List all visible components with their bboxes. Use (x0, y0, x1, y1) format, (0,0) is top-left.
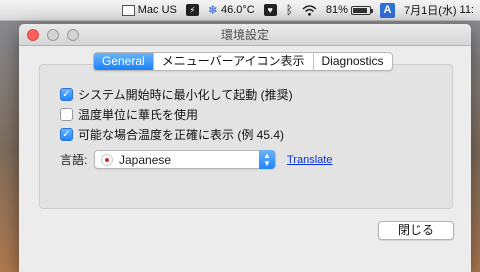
snowflake-icon: ❄ (207, 3, 218, 17)
bluetooth-menu-item[interactable]: ᛒ (286, 3, 293, 17)
language-select[interactable]: Japanese ▲ ▼ (94, 150, 276, 169)
battery-menu[interactable]: 81% (325, 4, 373, 16)
start-minimized-label: システム開始時に最小化して起動 (推奨) (78, 88, 293, 102)
temperature-menu[interactable]: ❄ 46.0°C (208, 3, 255, 17)
clock-menu[interactable]: 7月1日(水) 11: (404, 2, 474, 18)
tab-bar: General メニューバーアイコン表示 Diagnostics (93, 52, 393, 71)
title-bar[interactable]: 環境設定 (19, 24, 471, 46)
language-selected-value: Japanese (119, 152, 172, 167)
zoom-window-button[interactable] (67, 29, 79, 41)
heart-menu-item[interactable]: ♥ (263, 4, 277, 16)
input-source-label: Mac US (137, 4, 177, 16)
window-title: 環境設定 (220, 28, 269, 42)
preferences-window: 環境設定 General メニューバーアイコン表示 Diagnostics ✓ … (19, 24, 471, 272)
power-menu-item[interactable]: ⚡ (185, 4, 199, 16)
precise-temperature-label: 可能な場合温度を正確に表示 (例 45.4) (78, 128, 285, 142)
fahrenheit-label: 温度単位に華氏を使用 (78, 108, 199, 122)
window-controls (27, 29, 79, 41)
option-precise-temperature[interactable]: ✓ 可能な場合温度を正確に表示 (例 45.4) (60, 126, 284, 143)
input-source-menu[interactable]: Mac US (121, 4, 177, 16)
wifi-icon (302, 4, 317, 16)
minimize-window-button[interactable] (47, 29, 59, 41)
temperature-label: 46.0°C (220, 4, 255, 16)
input-method-menu[interactable]: A (379, 2, 395, 18)
heart-icon: ♥ (263, 4, 277, 16)
japan-flag-icon (101, 153, 113, 166)
menu-bar: Mac US ⚡ ❄ 46.0°C ♥ ᛒ 81% A 7月1日(水) 11: (0, 0, 480, 21)
tab-menubar-icon[interactable]: メニューバーアイコン表示 (154, 53, 314, 70)
tab-general[interactable]: General (94, 53, 154, 70)
option-start-minimized[interactable]: ✓ システム開始時に最小化して起動 (推奨) (60, 86, 293, 103)
battery-percent: 81% (325, 4, 348, 16)
power-icon: ⚡ (185, 4, 199, 16)
time-label: 11: (459, 4, 474, 16)
battery-icon (350, 5, 373, 15)
wifi-menu-item[interactable] (302, 4, 317, 16)
start-minimized-checkbox[interactable]: ✓ (60, 88, 73, 101)
precise-temperature-checkbox[interactable]: ✓ (60, 128, 73, 141)
chevron-updown-icon: ▲ ▼ (259, 150, 275, 169)
bluetooth-icon: ᛒ (285, 3, 293, 17)
fahrenheit-checkbox[interactable] (60, 108, 73, 121)
keyboard-flag-icon (121, 4, 135, 16)
option-fahrenheit[interactable]: 温度単位に華氏を使用 (60, 106, 198, 123)
close-window-button[interactable] (27, 29, 39, 41)
input-method-icon: A (379, 2, 395, 18)
language-row: 言語: Japanese ▲ ▼ Translate (60, 150, 332, 169)
tab-diagnostics[interactable]: Diagnostics (314, 53, 392, 70)
date-label: 7月1日(水) (403, 5, 457, 17)
close-button[interactable]: 閉じる (378, 221, 454, 240)
translate-link[interactable]: Translate (287, 154, 332, 166)
language-label: 言語: (60, 153, 88, 167)
